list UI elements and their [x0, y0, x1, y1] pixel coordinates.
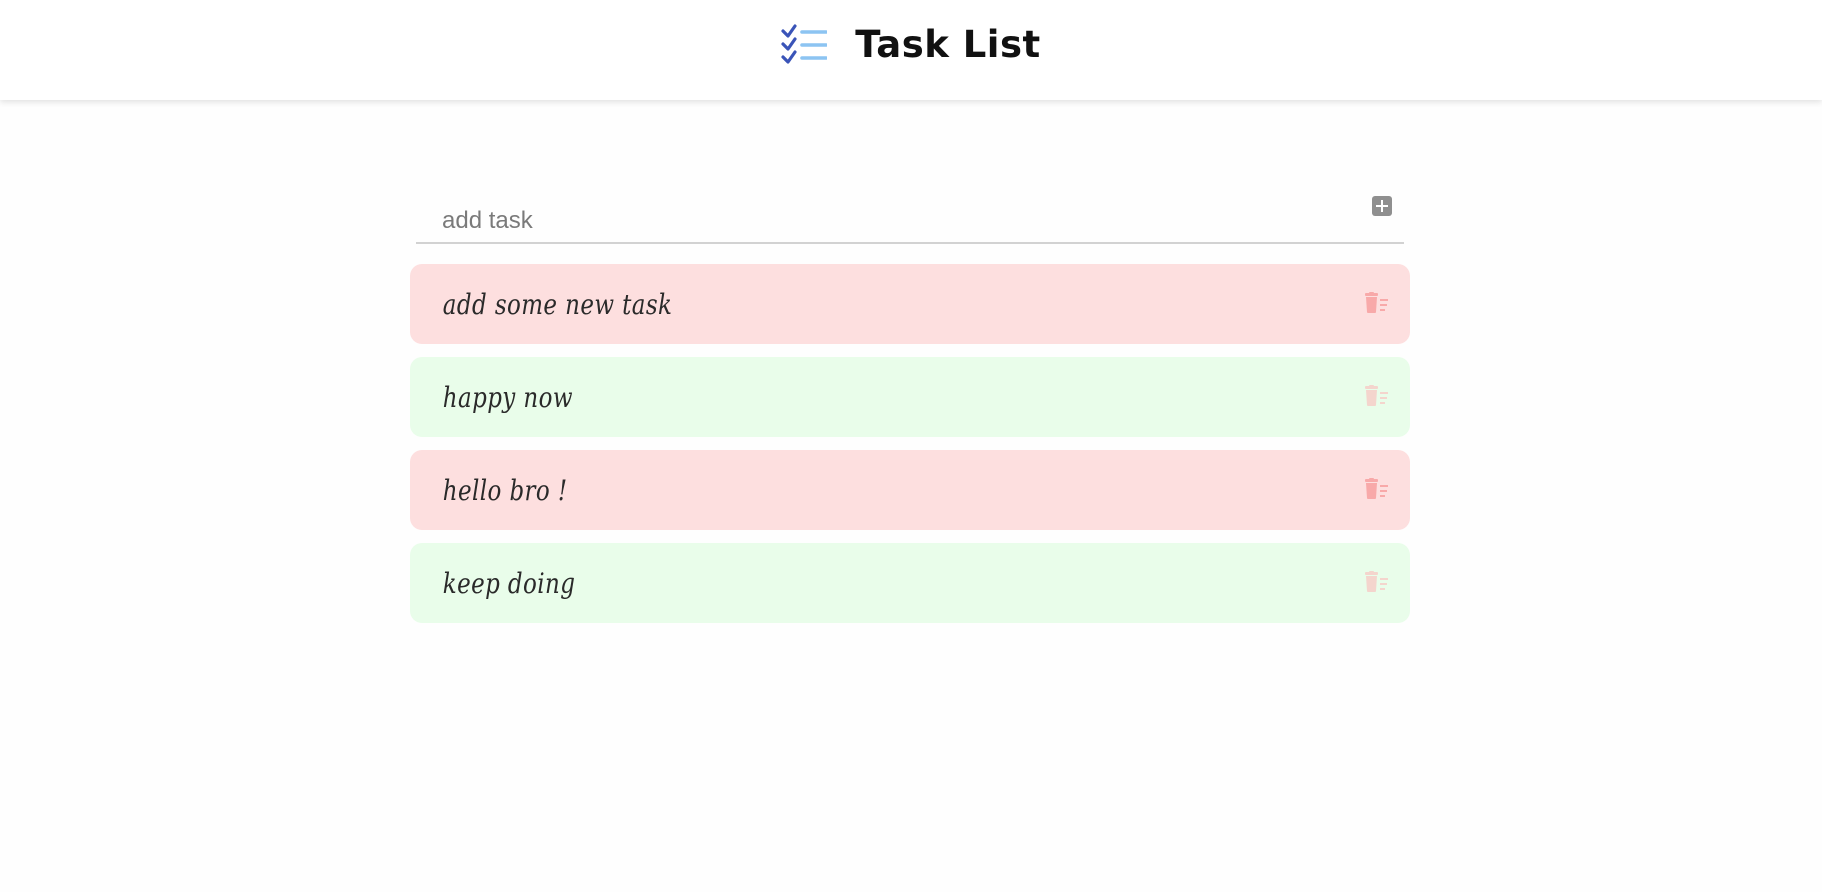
app-header: Task List — [0, 0, 1822, 100]
add-task-input[interactable] — [416, 190, 1356, 240]
plus-square-icon[interactable] — [1372, 196, 1392, 216]
task-list: add some new task happy now hello bro ! … — [410, 264, 1410, 623]
main-content: add some new task happy now hello bro ! … — [410, 190, 1410, 636]
page-title: Task List — [855, 22, 1041, 66]
task-text: happy now — [442, 380, 573, 414]
task-item[interactable]: happy now — [410, 357, 1410, 437]
task-item[interactable]: keep doing — [410, 543, 1410, 623]
task-item[interactable]: hello bro ! — [410, 450, 1410, 530]
trash-icon[interactable] — [1364, 478, 1390, 500]
task-text: keep doing — [442, 566, 576, 600]
task-text: add some new task — [442, 287, 673, 321]
trash-icon[interactable] — [1364, 292, 1390, 314]
task-item[interactable]: add some new task — [410, 264, 1410, 344]
brand: Task List — [781, 23, 1040, 66]
trash-icon[interactable] — [1364, 385, 1390, 407]
trash-icon[interactable] — [1364, 571, 1390, 593]
task-text: hello bro ! — [442, 473, 568, 507]
checklist-icon — [781, 24, 828, 64]
add-task-form — [416, 190, 1404, 244]
